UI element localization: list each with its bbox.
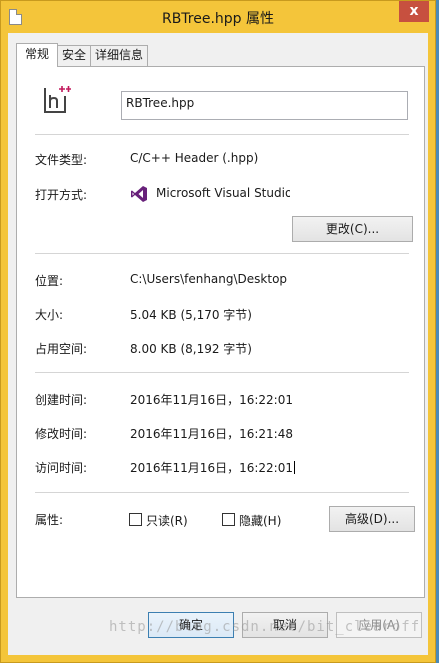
readonly-checkbox[interactable] (129, 513, 142, 526)
disk-size-label: 占用空间: (35, 342, 88, 356)
open-with-label: 打开方式: (35, 188, 88, 202)
watermark-text: http://blog.csdn.net/bit_clearoff (109, 619, 421, 635)
tab-strip: 常规 安全 详细信息 (16, 43, 149, 67)
hidden-label[interactable]: 隐藏(H) (239, 512, 281, 529)
file-name-input[interactable]: RBTree.hpp (121, 91, 408, 120)
accessed-value: 2016年11月16日，16:22:01 (130, 461, 293, 475)
open-with-row: 打开方式: Microsoft Visual Studio (35, 184, 406, 204)
size-row: 大小: 5.04 KB (5,170 字节) (35, 304, 406, 324)
size-label: 大小: (35, 308, 64, 322)
accessed-row: 访问时间: 2016年11月16日，16:22:01 (35, 457, 406, 477)
advanced-button[interactable]: 高级(D)... (329, 506, 415, 532)
properties-window: RBTree.hpp 属性 x 常规 安全 详细信息 RBTree.hpp 文件… (0, 0, 436, 663)
location-label: 位置: (35, 274, 64, 288)
created-row: 创建时间: 2016年11月16日，16:22:01 (35, 389, 406, 409)
open-with-value: Microsoft Visual Studio (156, 186, 290, 200)
disk-size-value: 8.00 KB (8,192 字节) (130, 342, 252, 356)
tab-details[interactable]: 详细信息 (90, 45, 149, 66)
readonly-label[interactable]: 只读(R) (146, 512, 188, 529)
modified-row: 修改时间: 2016年11月16日，16:21:48 (35, 423, 406, 443)
disk-size-row: 占用空间: 8.00 KB (8,192 字节) (35, 338, 406, 358)
tab-security[interactable]: 安全 (57, 45, 92, 66)
created-value: 2016年11月16日，16:22:01 (130, 393, 293, 407)
size-value: 5.04 KB (5,170 字节) (130, 308, 252, 322)
general-panel: RBTree.hpp 文件类型: C/C++ Header (.hpp) 打开方… (16, 66, 425, 598)
close-button[interactable]: x (399, 1, 429, 22)
hidden-checkbox[interactable] (222, 513, 235, 526)
accessed-label: 访问时间: (35, 461, 88, 475)
separator (35, 253, 409, 254)
location-value: C:\Users\fenhang\Desktop (130, 272, 288, 286)
text-caret (293, 461, 295, 474)
window-title: RBTree.hpp 属性 (161, 11, 275, 27)
modified-label: 修改时间: (35, 427, 88, 441)
title-bar[interactable]: RBTree.hpp 属性 x (1, 1, 435, 33)
modified-value: 2016年11月16日，16:21:48 (130, 427, 293, 441)
separator (35, 372, 409, 373)
file-type-value: C/C++ Header (.hpp) (130, 151, 259, 165)
file-type-row: 文件类型: C/C++ Header (.hpp) (35, 149, 406, 169)
visual-studio-icon (131, 186, 147, 202)
created-label: 创建时间: (35, 393, 88, 407)
separator (35, 492, 409, 493)
tab-general[interactable]: 常规 (16, 43, 59, 67)
hpp-file-icon (44, 86, 71, 113)
open-with-app: Microsoft Visual Studio (130, 184, 290, 204)
attributes-label: 属性: (35, 513, 64, 527)
file-type-label: 文件类型: (35, 153, 88, 167)
change-program-button[interactable]: 更改(C)... (292, 216, 413, 242)
accessed-value-wrap: 2016年11月16日，16:22:01 (130, 459, 295, 476)
separator (35, 134, 409, 135)
dialog-client: 常规 安全 详细信息 RBTree.hpp 文件类型: C/C++ Header… (8, 33, 428, 655)
location-row: 位置: C:\Users\fenhang\Desktop (35, 270, 406, 290)
